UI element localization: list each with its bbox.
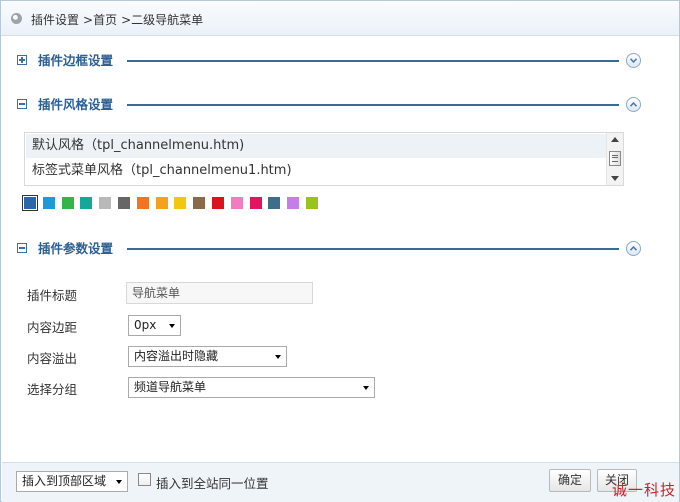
color-swatch[interactable] — [155, 197, 168, 209]
color-swatch-row — [22, 195, 325, 211]
expand-icon[interactable] — [17, 55, 27, 65]
color-swatch[interactable] — [80, 197, 93, 209]
color-swatch[interactable] — [42, 197, 55, 209]
plugin-title-input[interactable]: 导航菜单 — [126, 282, 313, 304]
listbox-scrollbar[interactable] — [606, 133, 623, 185]
breadcrumb: 插件设置 >首页 >二级导航菜单 — [31, 11, 207, 28]
sitewide-checkbox-label[interactable]: 插入到全站同一位置 — [156, 473, 269, 492]
breadcrumb-item-secondary-nav: >二级导航菜单 — [121, 13, 204, 27]
color-swatch[interactable] — [174, 197, 187, 209]
color-swatch[interactable] — [136, 197, 149, 209]
breadcrumb-item-plugin-settings[interactable]: 插件设置 — [31, 13, 79, 27]
title-bar: 插件设置 >首页 >二级导航菜单 — [1, 1, 679, 36]
style-option-default[interactable]: 默认风格（tpl_channelmenu.htm) — [26, 134, 606, 158]
section-title-border: 插件边框设置 — [38, 53, 114, 68]
section-title-style: 插件风格设置 — [38, 97, 114, 112]
scroll-thumb[interactable] — [609, 151, 621, 166]
color-swatch[interactable] — [22, 195, 38, 211]
overflow-select-value: 内容溢出时隐藏 — [134, 349, 219, 363]
style-option-tabbed[interactable]: 标签式菜单风格（tpl_channelmenu1.htm) — [26, 159, 606, 183]
chevron-down-icon — [169, 324, 175, 328]
section-header-style[interactable]: 插件风格设置 — [17, 95, 641, 115]
scroll-up-arrow-icon[interactable] — [611, 137, 619, 142]
padding-label: 内容边距 — [27, 320, 78, 335]
group-select[interactable]: 频道导航菜单 — [128, 377, 375, 398]
confirm-button[interactable]: 确定 — [549, 469, 591, 492]
section-title-params: 插件参数设置 — [38, 241, 114, 256]
color-swatch[interactable] — [305, 197, 318, 209]
color-swatch[interactable] — [193, 197, 206, 209]
chevron-down-icon — [275, 355, 281, 359]
breadcrumb-item-home[interactable]: >首页 — [83, 13, 117, 27]
title-label: 插件标题 — [27, 288, 78, 303]
expand-circle-icon[interactable] — [626, 53, 641, 68]
collapse-icon[interactable] — [17, 99, 27, 109]
color-swatch[interactable] — [61, 197, 74, 209]
color-swatch[interactable] — [117, 197, 130, 209]
chevron-down-icon — [116, 480, 122, 484]
section-divider — [127, 104, 619, 106]
overflow-label: 内容溢出 — [27, 351, 78, 366]
group-label: 选择分组 — [27, 382, 78, 397]
watermark-text: 诚一科技 — [612, 481, 677, 499]
style-listbox[interactable]: 默认风格（tpl_channelmenu.htm) 标签式菜单风格（tpl_ch… — [24, 132, 624, 186]
section-header-border[interactable]: 插件边框设置 — [17, 51, 641, 71]
padding-select[interactable]: 0px — [128, 315, 181, 336]
color-swatch[interactable] — [99, 197, 112, 209]
insert-region-select[interactable]: 插入到顶部区域 — [16, 471, 128, 492]
color-swatch[interactable] — [287, 197, 300, 209]
sitewide-checkbox[interactable] — [138, 473, 151, 486]
collapse-circle-icon[interactable] — [626, 241, 641, 256]
color-swatch[interactable] — [230, 197, 243, 209]
color-swatch[interactable] — [211, 197, 224, 209]
color-swatch[interactable] — [268, 197, 281, 209]
plugin-settings-dialog: 插件设置 >首页 >二级导航菜单 插件边框设置 插件风格设置 默认风格（tpl_ch… — [0, 0, 680, 502]
padding-select-value: 0px — [134, 318, 157, 332]
group-select-value: 频道导航菜单 — [134, 380, 207, 394]
chevron-down-icon — [363, 386, 369, 390]
color-swatch[interactable] — [249, 197, 262, 209]
scroll-down-arrow-icon[interactable] — [611, 176, 619, 181]
collapse-circle-icon[interactable] — [626, 97, 641, 112]
collapse-icon[interactable] — [17, 243, 27, 253]
insert-region-select-value: 插入到顶部区域 — [22, 474, 107, 488]
section-header-params[interactable]: 插件参数设置 — [17, 239, 641, 259]
settings-icon — [11, 13, 22, 24]
overflow-select[interactable]: 内容溢出时隐藏 — [128, 346, 287, 367]
section-divider — [127, 60, 619, 62]
section-divider — [127, 248, 619, 250]
